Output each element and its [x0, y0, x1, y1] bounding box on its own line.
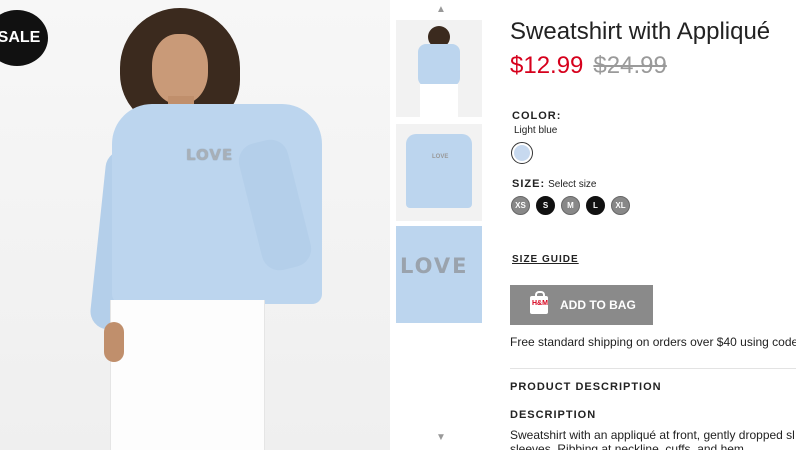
model-face: [152, 34, 208, 104]
thumbnail-model-top: [418, 44, 460, 86]
color-value: Light blue: [514, 125, 558, 136]
add-to-bag-button[interactable]: H&M ADD TO BAG: [510, 285, 653, 325]
size-options: XS S M L XL: [511, 196, 630, 215]
color-label: COLOR:: [512, 110, 562, 122]
thumbnail-detail[interactable]: LOVE: [396, 226, 482, 323]
model-hand: [104, 322, 124, 362]
original-price: $24.99: [593, 52, 667, 79]
sale-price: $12.99: [510, 52, 584, 79]
price-row: $12.99 $24.99: [510, 52, 667, 80]
size-option-xs[interactable]: XS: [511, 196, 530, 215]
divider: [510, 368, 796, 369]
thumbnail-detail-print: LOVE: [400, 254, 469, 278]
color-swatch-fill: [514, 145, 530, 161]
size-prompt: Select size: [548, 179, 597, 190]
size-label-row: SIZE: Select size: [512, 178, 596, 190]
product-info: Sweatshirt with Appliqué $12.99 $24.99 CO…: [510, 0, 796, 450]
size-option-l[interactable]: L: [586, 196, 605, 215]
chevron-down-icon[interactable]: ▼: [436, 432, 446, 443]
product-description-heading[interactable]: PRODUCT DESCRIPTION: [510, 381, 662, 393]
size-option-m[interactable]: M: [561, 196, 580, 215]
description-heading: DESCRIPTION: [510, 409, 597, 421]
shipping-info: Free standard shipping on orders over $4…: [510, 335, 796, 349]
description-text: Sweatshirt with an appliqué at front, ge…: [510, 428, 795, 450]
thumbnail-column: ▲ LOVE LOVE ▼: [396, 0, 482, 450]
color-swatch-light-blue[interactable]: [511, 142, 533, 164]
model-pants: [110, 300, 265, 450]
thumbnail-flat[interactable]: LOVE: [396, 124, 482, 221]
chevron-up-icon[interactable]: ▲: [436, 4, 446, 15]
size-guide-link[interactable]: SIZE GUIDE: [512, 254, 579, 265]
size-label: SIZE:: [512, 178, 546, 190]
thumbnail-flat-garment: [406, 134, 472, 208]
shopping-bag-icon: H&M: [530, 291, 548, 314]
thumbnail-flat-print: LOVE: [432, 154, 449, 160]
size-option-s[interactable]: S: [536, 196, 555, 215]
size-option-xl[interactable]: XL: [611, 196, 630, 215]
add-to-bag-label: ADD TO BAG: [560, 298, 636, 312]
main-product-image[interactable]: LOVE: [0, 0, 390, 450]
bag-logo-text: H&M: [532, 300, 548, 307]
thumbnail-model-pants: [420, 84, 458, 117]
sweater-print-text: LOVE: [186, 146, 234, 164]
thumbnail-model[interactable]: [396, 20, 482, 117]
product-title: Sweatshirt with Appliqué: [510, 18, 771, 45]
